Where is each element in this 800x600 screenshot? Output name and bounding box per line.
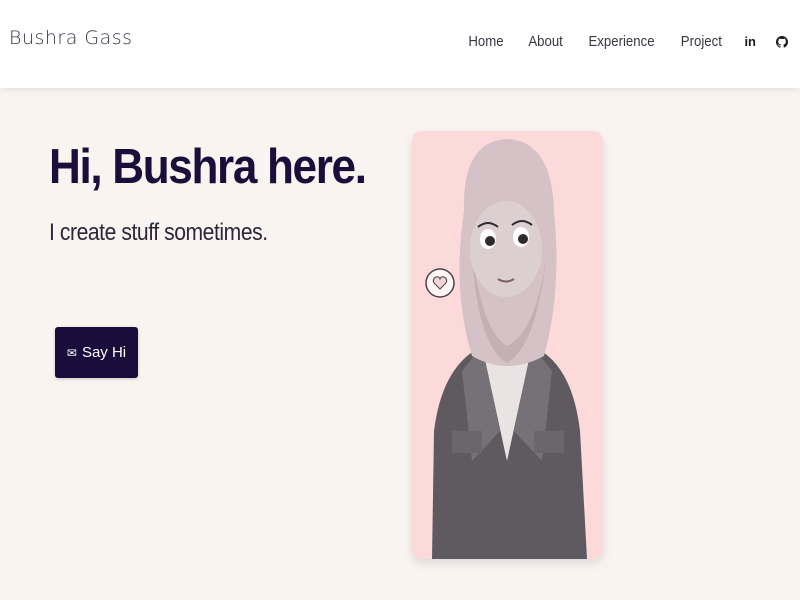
nav-links: Home About Experience Project in bbox=[447, 33, 788, 50]
linkedin-icon[interactable]: in bbox=[744, 34, 756, 49]
github-icon[interactable] bbox=[776, 35, 788, 48]
say-hi-label: Say Hi bbox=[81, 344, 127, 361]
navbar: Bushra Gass Home About Experience Projec… bbox=[0, 0, 800, 88]
nav-about[interactable]: About bbox=[528, 33, 562, 50]
avatar-illustration bbox=[412, 131, 603, 559]
mail-icon: ✉ bbox=[66, 345, 77, 360]
say-hi-button[interactable]: ✉ Say Hi bbox=[55, 327, 138, 378]
nav-experience[interactable]: Experience bbox=[588, 33, 654, 50]
brand-logo[interactable]: Bushra Gass bbox=[9, 27, 133, 49]
nav-project[interactable]: Project bbox=[681, 33, 722, 50]
nav-home[interactable]: Home bbox=[469, 33, 504, 50]
hero-title: Hi, Bushra here. bbox=[49, 140, 367, 194]
hero-subtitle: I create stuff sometimes. bbox=[49, 219, 268, 246]
